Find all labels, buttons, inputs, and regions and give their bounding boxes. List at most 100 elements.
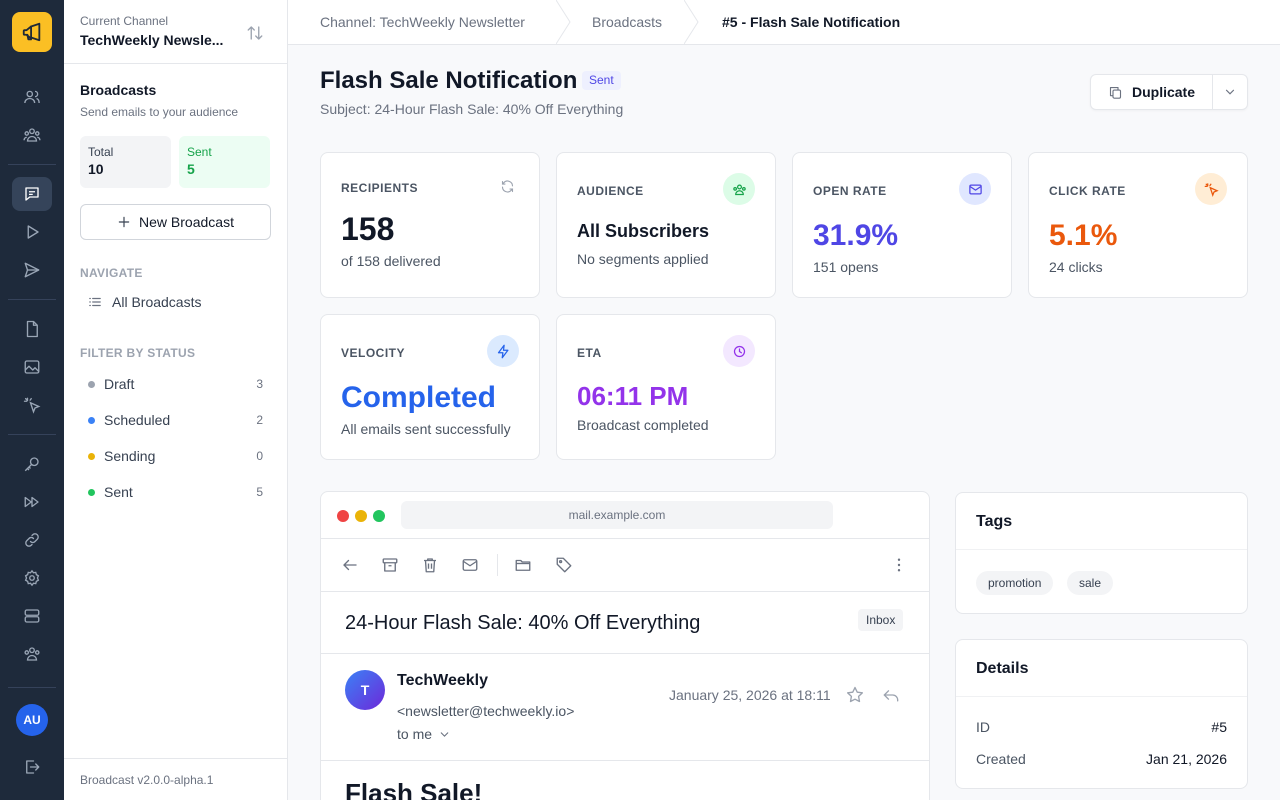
back-arrow-icon[interactable]: [339, 554, 361, 576]
refresh-icon[interactable]: [491, 170, 523, 202]
link-icon[interactable]: [12, 523, 52, 557]
toolbar-divider: [497, 554, 498, 576]
duplicate-button[interactable]: Duplicate: [1091, 75, 1212, 109]
detail-id-value: #5: [1211, 719, 1227, 735]
app-rail: AU: [0, 0, 64, 800]
rail-divider: [8, 164, 56, 165]
window-close-dot: [337, 510, 349, 522]
page-title: Flash Sale Notification: [320, 67, 578, 94]
card-divider: [956, 549, 1247, 550]
inbox-badge: Inbox: [858, 609, 904, 631]
breadcrumb-broadcasts[interactable]: Broadcasts: [592, 14, 662, 30]
velocity-card: VELOCITY Completed All emails sent succe…: [320, 314, 540, 460]
breadcrumb-separator: [684, 0, 699, 44]
detail-created-label: Created: [976, 751, 1026, 767]
detail-id-label: ID: [976, 719, 990, 735]
trash-icon[interactable]: [419, 554, 441, 576]
rail-divider: [8, 434, 56, 435]
filter-sent[interactable]: Sent 5: [88, 480, 263, 504]
tag-chip[interactable]: promotion: [976, 571, 1054, 595]
chevron-down-icon[interactable]: [1213, 75, 1247, 109]
details-card: Details ID #5 Created Jan 21, 2026: [955, 639, 1248, 789]
sender-name: TechWeekly: [397, 672, 489, 689]
mail-icon[interactable]: [459, 554, 481, 576]
image-icon[interactable]: [12, 350, 52, 384]
logout-icon[interactable]: [12, 750, 52, 784]
velocity-label: VELOCITY: [341, 346, 406, 360]
window-minimize-dot: [355, 510, 367, 522]
detail-created-value: Jan 21, 2026: [1146, 751, 1227, 767]
email-divider: [321, 653, 929, 654]
recipients-card: RECIPIENTS 158 of 158 delivered: [320, 152, 540, 298]
group-icon[interactable]: [12, 637, 52, 671]
email-preview: mail.example.com 24-Hour Flash Sale: 40%…: [320, 491, 930, 800]
reply-icon[interactable]: [881, 685, 901, 705]
status-dot: [88, 380, 95, 388]
tag-chip[interactable]: sale: [1067, 571, 1114, 595]
click-rate-value: 5.1%: [1049, 219, 1118, 252]
audience-label: AUDIENCE: [577, 184, 644, 198]
key-icon[interactable]: [12, 447, 52, 481]
filter-draft[interactable]: Draft 3: [88, 372, 263, 396]
total-stat-value: 10: [88, 161, 104, 177]
storage-icon[interactable]: [12, 599, 52, 633]
tags-card: Tags promotion sale: [955, 492, 1248, 614]
new-broadcast-button[interactable]: New Broadcast: [80, 204, 271, 240]
pointer-icon[interactable]: [12, 388, 52, 422]
channel-name[interactable]: TechWeekly Newsle...: [80, 32, 236, 48]
sidebar-subtitle: Send emails to your audience: [80, 105, 239, 119]
duplicate-label: Duplicate: [1131, 84, 1195, 100]
megaphone-icon[interactable]: [12, 12, 52, 52]
sent-stat-label: Sent: [187, 145, 212, 159]
email-divider: [321, 591, 929, 592]
open-rate-sub: 151 opens: [813, 259, 879, 275]
open-rate-label: OPEN RATE: [813, 184, 887, 198]
mail-icon: [959, 173, 991, 205]
play-icon[interactable]: [12, 215, 52, 249]
user-avatar[interactable]: AU: [16, 704, 48, 736]
recipient-label: to me: [397, 726, 433, 742]
filter-label: Sending: [104, 448, 156, 464]
click-rate-sub: 24 clicks: [1049, 259, 1103, 275]
switch-channel-icon[interactable]: [244, 22, 266, 44]
breadcrumb: Channel: TechWeekly Newsletter Broadcast…: [288, 0, 1280, 45]
lightning-icon: [487, 335, 519, 367]
folder-icon[interactable]: [512, 554, 534, 576]
star-icon[interactable]: [845, 685, 865, 705]
tags-title: Tags: [976, 513, 1013, 530]
sent-stat: Sent 5: [179, 136, 270, 188]
email-divider: [321, 760, 929, 761]
recipient-toggle[interactable]: to me: [397, 726, 451, 742]
plus-icon: [117, 215, 131, 229]
rail-divider: [8, 299, 56, 300]
filter-label: Draft: [104, 376, 135, 392]
current-channel-label: Current Channel: [80, 14, 169, 28]
broadcast-sidebar: Current Channel TechWeekly Newsle... Bro…: [64, 0, 288, 800]
status-badge: Sent: [582, 71, 621, 90]
archive-icon[interactable]: [379, 554, 401, 576]
eta-card: ETA 06:11 PM Broadcast completed: [556, 314, 776, 460]
total-stat: Total 10: [80, 136, 171, 188]
send-icon[interactable]: [12, 253, 52, 287]
settings-icon[interactable]: [12, 561, 52, 595]
file-icon[interactable]: [12, 312, 52, 346]
velocity-sub: All emails sent successfully: [341, 421, 511, 437]
chat-icon[interactable]: [12, 177, 52, 211]
fast-forward-icon[interactable]: [12, 485, 52, 519]
open-rate-card: OPEN RATE 31.9% 151 opens: [792, 152, 1012, 298]
users-icon[interactable]: [12, 80, 52, 114]
team-icon[interactable]: [12, 118, 52, 152]
open-rate-value: 31.9%: [813, 219, 899, 252]
email-date: January 25, 2026 at 18:11: [669, 687, 831, 703]
chevron-down-icon: [438, 728, 451, 741]
tag-icon[interactable]: [553, 554, 575, 576]
breadcrumb-channel[interactable]: Channel: TechWeekly Newsletter: [320, 14, 525, 30]
more-vertical-icon[interactable]: [888, 554, 910, 576]
cursor-click-icon: [1195, 173, 1227, 205]
nav-all-broadcasts[interactable]: All Broadcasts: [88, 294, 201, 310]
app-version: Broadcast v2.0.0-alpha.1: [80, 773, 214, 787]
filter-sending[interactable]: Sending 0: [88, 444, 263, 468]
filter-scheduled[interactable]: Scheduled 2: [88, 408, 263, 432]
recipients-label: RECIPIENTS: [341, 181, 419, 195]
filter-label: Sent: [104, 484, 133, 500]
